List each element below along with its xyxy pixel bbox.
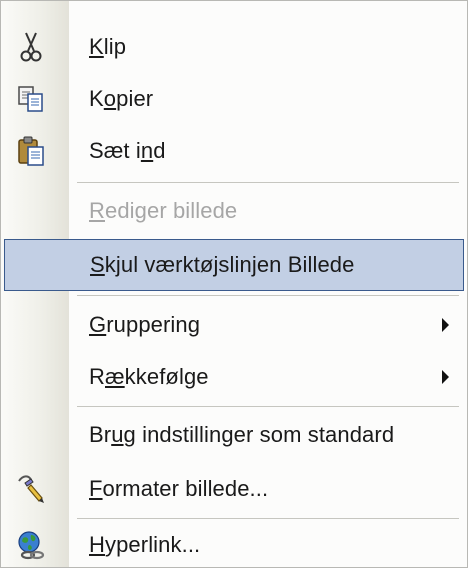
copy-icon (15, 83, 47, 115)
clipboard-paste-icon (15, 135, 47, 167)
menu-item-label: Kopier (89, 86, 154, 111)
menu-item-label: Rækkefølge (89, 364, 209, 389)
format-picture-icon (15, 473, 47, 505)
context-menu: Klip Kopier Sæt ind Rediger billede Skju… (0, 0, 468, 568)
menu-item-label: Formater billede... (89, 476, 269, 501)
menu-item-label: Gruppering (89, 312, 201, 337)
submenu-arrow-icon (442, 318, 449, 332)
scissors-icon (15, 31, 47, 63)
menu-item-label: Hyperlink... (89, 532, 201, 557)
menu-item-klip[interactable]: Klip (1, 21, 467, 73)
menu-item-hyperlink[interactable]: Hyperlink... (1, 519, 467, 567)
menu-item-raekkefoelge[interactable]: Rækkefølge (1, 351, 467, 403)
menu-item-rediger-billede: Rediger billede (1, 185, 467, 237)
menu-item-label: Brug indstillinger som standard (89, 422, 395, 447)
menu-item-gruppering[interactable]: Gruppering (1, 299, 467, 351)
submenu-arrow-icon (442, 370, 449, 384)
menu-item-label: Klip (89, 34, 127, 59)
hyperlink-globe-icon (15, 529, 47, 561)
menu-separator (77, 182, 459, 183)
menu-separator (77, 295, 459, 296)
menu-separator (77, 406, 459, 407)
menu-item-kopier[interactable]: Kopier (1, 73, 467, 125)
menu-item-brug-indstillinger[interactable]: Brug indstillinger som standard (1, 409, 467, 461)
menu-item-skjul-vaerktoejslinjen[interactable]: Skjul værktøjslinjen Billede (4, 239, 464, 291)
menu-item-saet-ind[interactable]: Sæt ind (1, 125, 467, 177)
menu-item-formater-billede[interactable]: Formater billede... (1, 463, 467, 515)
menu-item-label: Skjul værktøjslinjen Billede (90, 252, 355, 277)
menu-item-label: Sæt ind (89, 138, 166, 163)
menu-item-label: Rediger billede (89, 198, 238, 223)
